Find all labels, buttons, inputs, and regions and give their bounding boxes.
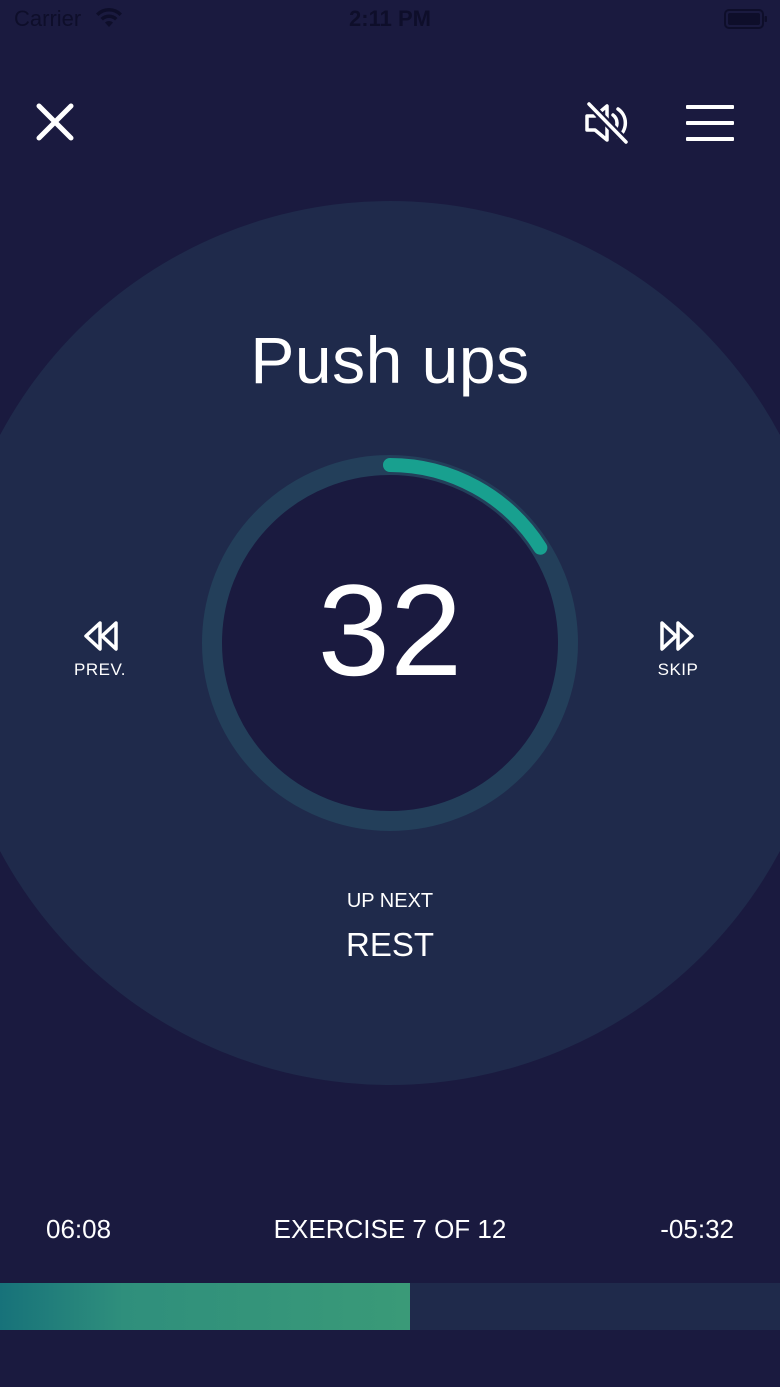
status-bar: Carrier 2:11 PM <box>0 0 780 40</box>
menu-button[interactable] <box>684 100 736 146</box>
close-button[interactable] <box>30 98 80 148</box>
workout-progress-fill <box>0 1283 411 1330</box>
previous-exercise-button[interactable]: PREV. <box>60 618 140 688</box>
skip-exercise-button[interactable]: SKIP <box>638 618 718 688</box>
status-time: 2:11 PM <box>349 6 431 31</box>
mute-button[interactable] <box>580 98 634 148</box>
workout-progress-bar <box>0 1283 780 1330</box>
skip-label: SKIP <box>657 660 699 679</box>
up-next-label: UP NEXT <box>346 890 434 912</box>
countdown-timer: 32 <box>317 557 463 703</box>
previous-label: PREV. <box>74 660 126 679</box>
up-next-value: REST <box>345 926 434 963</box>
close-icon <box>36 103 74 141</box>
workout-screen: Carrier 2:11 PM Push ups 32 PREV. SKIP U… <box>0 0 780 1387</box>
exercise-title: Push ups <box>250 323 530 397</box>
hamburger-menu-icon <box>686 105 734 141</box>
speaker-muted-icon <box>585 100 630 146</box>
remaining-time: -05:32 <box>660 1214 734 1244</box>
rewind-icon <box>84 621 118 651</box>
fast-forward-icon <box>660 621 694 651</box>
battery-icon <box>724 9 767 29</box>
